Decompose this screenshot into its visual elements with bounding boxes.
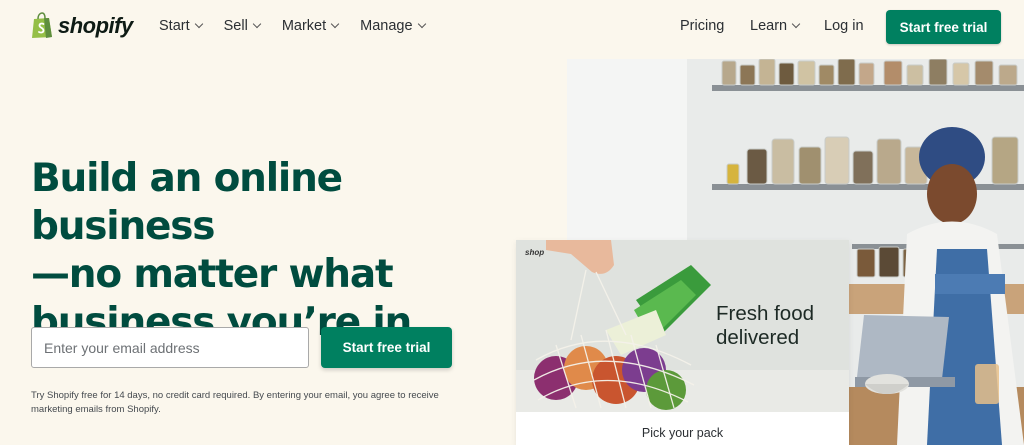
nav-item-label: Sell (223, 18, 248, 34)
site-header: shopify Start Sell Market Manage Pricing… (0, 0, 1024, 56)
promo-title-line: delivered (716, 326, 800, 349)
promo-title-line: Fresh food (716, 302, 814, 325)
promo-card[interactable]: shop Fresh food delivered Pick your pack (516, 240, 849, 445)
nav-item-sell[interactable]: Sell (223, 18, 262, 34)
nav-item-start[interactable]: Start (159, 18, 203, 34)
chevron-down-icon (194, 19, 203, 29)
nav-item-label: Learn (750, 18, 788, 34)
header-start-trial-button[interactable]: Start free trial (886, 10, 1001, 44)
promo-card-title: Fresh food delivered (716, 302, 814, 350)
nav-item-label: Start (159, 18, 190, 34)
nav-link-pricing[interactable]: Pricing (680, 18, 724, 34)
hero-start-trial-button[interactable]: Start free trial (321, 327, 452, 368)
nav-item-manage[interactable]: Manage (360, 18, 426, 34)
headline-line: —no matter what (31, 252, 394, 297)
hero-headline: Build an online business —no matter what… (31, 155, 501, 347)
chevron-down-icon (252, 19, 262, 29)
headline-line: Build an online business (31, 156, 343, 249)
trial-disclaimer: Try Shopify free for 14 days, no credit … (31, 390, 439, 415)
shopify-logo[interactable]: shopify (31, 12, 133, 39)
promo-card-photo: shop Fresh food delivered (516, 240, 849, 412)
primary-nav: Start Sell Market Manage (159, 18, 447, 34)
chevron-down-icon (417, 19, 426, 29)
shopping-bag-icon (32, 12, 52, 38)
nav-item-label: Manage (360, 18, 413, 34)
chevron-down-icon (330, 19, 340, 29)
brand-wordmark: shopify (58, 12, 133, 38)
pick-your-pack-link[interactable]: Pick your pack (516, 426, 849, 440)
chevron-down-icon (791, 19, 801, 29)
shop-brand-label: shop (525, 248, 545, 257)
nav-item-label: Market (281, 18, 327, 34)
nav-item-market[interactable]: Market (281, 18, 340, 34)
login-link[interactable]: Log in (824, 18, 864, 34)
nav-item-learn[interactable]: Learn (750, 18, 801, 34)
email-input[interactable] (31, 327, 309, 368)
